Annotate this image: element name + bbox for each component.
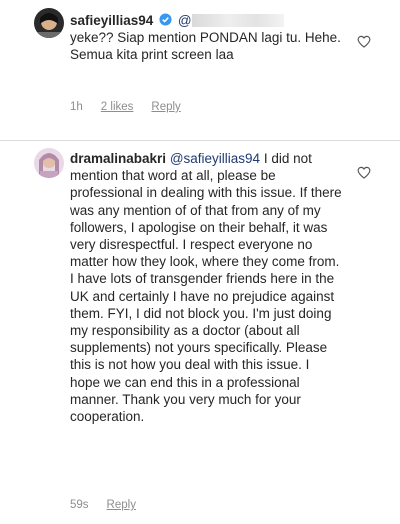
comment-mention[interactable]: @safieyillias94 <box>170 151 260 166</box>
reply-button[interactable]: Reply <box>107 499 136 511</box>
avatar-image <box>34 8 64 38</box>
redacted-mention <box>191 14 284 27</box>
comment-body: I did not mention that word at all, plea… <box>70 151 342 425</box>
likes-link[interactable]: 2 likes <box>101 101 134 113</box>
comment-dramalinabakri: dramalinabakri @safieyillias94 I did not… <box>0 141 400 524</box>
comment-mention[interactable]: @ <box>178 13 192 28</box>
heart-icon[interactable] <box>357 35 371 48</box>
verified-badge-icon <box>159 13 172 26</box>
comment-time: 59s <box>70 499 89 511</box>
avatar[interactable] <box>34 8 64 38</box>
comment-text: dramalinabakri @safieyillias94 I did not… <box>70 150 342 425</box>
avatar-image <box>34 148 64 178</box>
comment-text: safieyillias94 @ yeke?? Siap mention PON… <box>70 12 342 64</box>
comment-username[interactable]: dramalinabakri <box>70 151 166 166</box>
comment-meta: 1h 2 likes Reply <box>70 101 181 113</box>
avatar[interactable] <box>34 148 64 178</box>
heart-icon[interactable] <box>357 166 371 179</box>
reply-button[interactable]: Reply <box>151 101 180 113</box>
comment-username[interactable]: safieyillias94 <box>70 13 153 28</box>
comment-body: yeke?? Siap mention PONDAN lagi tu. Hehe… <box>70 30 341 63</box>
comment-time: 1h <box>70 101 83 113</box>
comment-meta: 59s Reply <box>70 499 136 511</box>
comment-safieyillias94: safieyillias94 @ yeke?? Siap mention PON… <box>0 0 400 138</box>
